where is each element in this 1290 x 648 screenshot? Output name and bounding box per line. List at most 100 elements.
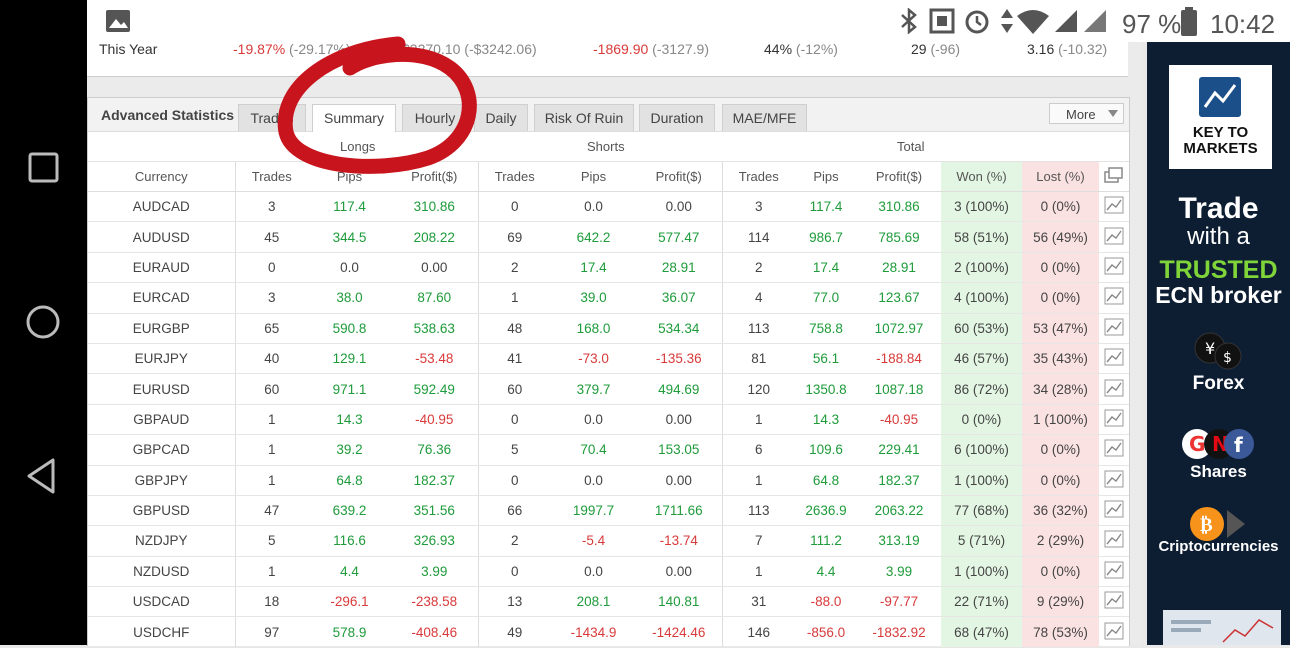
status-bar: 97 % 10:42 [87, 0, 1290, 42]
cell-long-pips: 971.1 [308, 373, 391, 405]
advanced-statistics-title: Advanced Statistics [101, 107, 235, 123]
cell-long-trades: 60 [234, 373, 308, 405]
cell-short-trades: 2 [477, 252, 551, 284]
data-arrows-icon [1001, 9, 1013, 33]
row-chart-icon[interactable] [1099, 313, 1129, 344]
svg-text:₿: ₿ [1200, 514, 1213, 536]
cell-short-profit: 577.47 [636, 221, 722, 253]
cell-currency: GBPUSD [88, 495, 235, 527]
col-currency[interactable]: Currency [88, 162, 235, 192]
cell-currency: EURGBP [88, 313, 235, 344]
col-won[interactable]: Won (%) [941, 162, 1022, 192]
row-chart-icon[interactable] [1099, 404, 1129, 436]
row-chart-icon[interactable] [1099, 495, 1129, 527]
col-long-pips[interactable]: Pips [308, 162, 391, 192]
tab-trades[interactable]: Trades [238, 104, 306, 131]
tab-duration[interactable]: Duration [639, 104, 715, 131]
cell-total-trades: 6 [721, 434, 795, 466]
cell-long-trades: 65 [234, 313, 308, 344]
cell-short-trades: 0 [477, 404, 551, 436]
more-dropdown[interactable]: More [1049, 103, 1124, 124]
row-chart-icon[interactable] [1099, 586, 1129, 618]
cell-total-pips: 4.4 [795, 556, 857, 588]
row-chart-icon[interactable] [1099, 373, 1129, 405]
cell-total-profit: -188.84 [857, 343, 941, 375]
row-chart-icon[interactable] [1099, 343, 1129, 375]
cell-currency: GBPAUD [88, 404, 235, 436]
table-row[interactable]: GBPUSD 47 639.2 351.56 66 1997.7 1711.66 113 263… [88, 495, 1129, 527]
currency-coins-icon: ¥ $ [1194, 332, 1242, 370]
signal-2-icon [1084, 10, 1106, 32]
col-short-profit[interactable]: Profit($) [636, 162, 722, 192]
advanced-statistics-header: Advanced Statistics Trades Summary Hourl… [88, 98, 1129, 132]
home-button[interactable] [22, 300, 66, 344]
copy-icon[interactable] [1099, 162, 1129, 192]
row-chart-icon[interactable] [1099, 252, 1129, 284]
tab-mae-mfe[interactable]: MAE/MFE [722, 104, 807, 131]
recent-apps-button[interactable] [22, 146, 66, 190]
cell-total-profit: 229.41 [857, 434, 941, 466]
cell-short-trades: 0 [477, 556, 551, 588]
tab-summary[interactable]: Summary [312, 104, 396, 132]
table-row[interactable]: NZDUSD 1 4.4 3.99 0 0.0 0.00 1 4.4 3.99 1 (100%) 0 … [88, 556, 1129, 588]
svg-text:$: $ [1223, 350, 1232, 366]
cell-lost: 35 (43%) [1022, 343, 1099, 375]
this-year-pips: -1869.90 (-3127.9) [593, 41, 709, 57]
row-chart-icon[interactable] [1099, 191, 1129, 223]
cell-long-profit: -408.46 [391, 616, 478, 648]
table-row[interactable]: USDCHF 97 578.9 -408.46 49 -1434.9 -1424.46 146… [88, 616, 1129, 648]
col-short-trades[interactable]: Trades [477, 162, 551, 192]
this-year-label: This Year [99, 41, 158, 57]
cell-total-pips: 64.8 [795, 465, 857, 496]
cell-long-trades: 1 [234, 404, 308, 436]
table-row[interactable]: GBPCAD 1 39.2 76.36 5 70.4 153.05 6 109.6 229.41 6… [88, 434, 1129, 466]
battery-icon [1181, 7, 1197, 36]
table-row[interactable]: USDCAD 18 -296.1 -238.58 13 208.1 140.81 31 -88.… [88, 586, 1129, 618]
col-total-trades[interactable]: Trades [721, 162, 795, 192]
table-row[interactable]: EURCAD 3 38.0 87.60 1 39.0 36.07 4 77.0 123.67 4 (… [88, 282, 1129, 314]
row-chart-icon[interactable] [1099, 221, 1129, 253]
tab-risk-of-ruin[interactable]: Risk Of Ruin [534, 104, 634, 131]
col-total-pips[interactable]: Pips [795, 162, 857, 192]
table-row[interactable]: GBPAUD 1 14.3 -40.95 0 0.0 0.00 1 14.3 -40.95 0 (0… [88, 404, 1129, 436]
col-long-trades[interactable]: Trades [234, 162, 308, 192]
tab-hourly[interactable]: Hourly [402, 104, 468, 131]
back-button[interactable] [22, 454, 66, 498]
col-long-profit[interactable]: Profit($) [391, 162, 478, 192]
col-short-pips[interactable]: Pips [551, 162, 636, 192]
cell-short-pips: 379.7 [551, 373, 636, 405]
cell-long-trades: 5 [234, 525, 308, 557]
cell-lost: 0 (0%) [1022, 191, 1099, 223]
ad-headline-1: Trade [1178, 192, 1259, 225]
table-row[interactable]: AUDUSD 45 344.5 208.22 69 642.2 577.47 114 986.7… [88, 221, 1129, 253]
cell-long-trades: 1 [234, 434, 308, 466]
row-chart-icon[interactable] [1099, 616, 1129, 648]
row-chart-icon[interactable] [1099, 282, 1129, 314]
tab-daily[interactable]: Daily [474, 104, 528, 131]
table-row[interactable]: EURAUD 0 0.0 0.00 2 17.4 28.91 2 17.4 28.91 2 (100… [88, 252, 1129, 284]
cell-short-profit: -135.36 [636, 343, 722, 375]
triangle-back-icon [27, 458, 55, 494]
cell-total-trades: 81 [721, 343, 795, 375]
table-row[interactable]: NZDJPY 5 116.6 326.93 2 -5.4 -13.74 7 111.2 313.1… [88, 525, 1129, 557]
advertisement-banner[interactable]: KEY TO MARKETS Trade with a TRUSTED ECN b… [1147, 42, 1290, 645]
table-row[interactable]: EURGBP 65 590.8 538.63 48 168.0 534.34 113 758.8… [88, 313, 1129, 344]
row-chart-icon[interactable] [1099, 465, 1129, 496]
laptop-chart-icon [1163, 610, 1281, 645]
col-lost[interactable]: Lost (%) [1022, 162, 1099, 192]
cell-currency: AUDUSD [88, 221, 235, 253]
cell-long-trades: 18 [234, 586, 308, 618]
table-row[interactable]: EURUSD 60 971.1 592.49 60 379.7 494.69 120 1350.… [88, 373, 1129, 405]
table-row[interactable]: GBPJPY 1 64.8 182.37 0 0.0 0.00 1 64.8 182.37 1 (1… [88, 465, 1129, 496]
cell-short-trades: 0 [477, 465, 551, 496]
shares-logos-icon: GNf [1182, 429, 1254, 459]
cell-total-pips: -856.0 [795, 616, 857, 648]
table-row[interactable]: EURJPY 40 129.1 -53.48 41 -73.0 -135.36 81 56.1-… [88, 343, 1129, 375]
row-chart-icon[interactable] [1099, 434, 1129, 466]
row-chart-icon[interactable] [1099, 525, 1129, 557]
row-chart-icon[interactable] [1099, 556, 1129, 588]
ad-item-crypto: Criptocurrencies [1158, 538, 1279, 555]
cell-total-profit: -40.95 [857, 404, 941, 436]
col-total-profit[interactable]: Profit($) [857, 162, 941, 192]
table-row[interactable]: AUDCAD 3 117.4 310.86 0 0.0 0.00 3 117.4 310.86 3 … [88, 191, 1129, 223]
